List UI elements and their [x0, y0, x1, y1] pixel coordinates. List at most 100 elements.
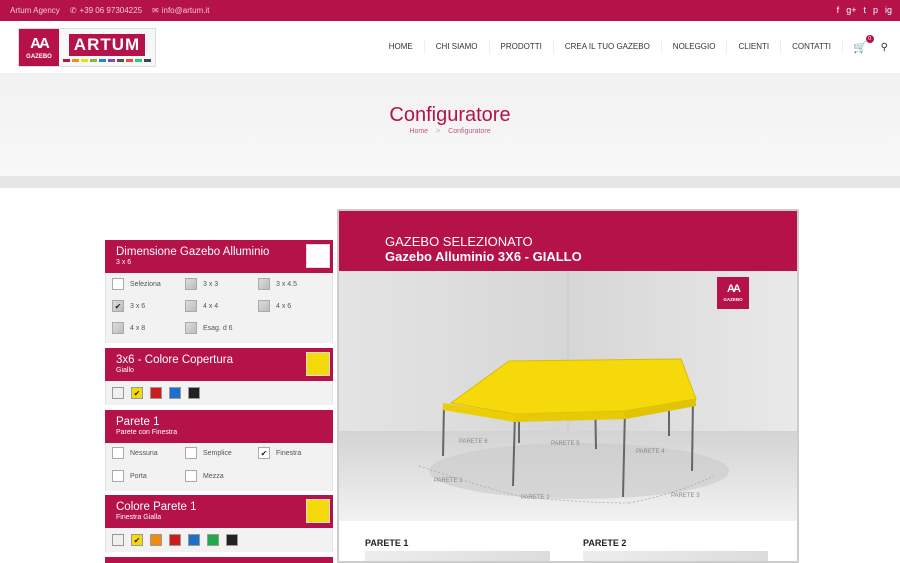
- breadcrumb-current: Configuratore: [448, 128, 491, 135]
- twitter-icon[interactable]: t: [863, 5, 866, 15]
- option-4x4[interactable]: 4 x 4: [185, 300, 218, 312]
- email-address: info@artum.it: [161, 6, 210, 15]
- nav-prodotti[interactable]: PRODOTTI: [490, 40, 554, 54]
- checkbox[interactable]: [185, 470, 197, 482]
- logo-mark-letters: AA: [30, 34, 50, 52]
- checkbox[interactable]: [258, 278, 270, 290]
- checkbox[interactable]: [112, 447, 124, 459]
- cover-color-swatch[interactable]: [150, 387, 162, 399]
- option-4x8[interactable]: 4 x 8: [112, 322, 145, 334]
- gazebo-render: AA GAZEBO PARETE 6 PARETE 5 PARETE 4 PAR…: [339, 271, 797, 521]
- option-3x4-5[interactable]: 3 x 4.5: [258, 278, 297, 290]
- checkbox[interactable]: [185, 447, 197, 459]
- wall-color-swatch[interactable]: [226, 534, 238, 546]
- wall-color-swatch[interactable]: [169, 534, 181, 546]
- option-seleziona[interactable]: Seleziona: [112, 278, 161, 290]
- option-porta[interactable]: Porta: [112, 470, 147, 482]
- search-icon[interactable]: ⚲: [881, 42, 888, 53]
- instagram-icon[interactable]: ig: [885, 5, 892, 15]
- nav-chi-siamo[interactable]: CHI SIAMO: [425, 40, 490, 54]
- option-esagonale[interactable]: Esag. d 6: [185, 322, 233, 334]
- checkbox[interactable]: [112, 322, 124, 334]
- cover-color-swatch[interactable]: [188, 387, 200, 399]
- cover-color-swatch[interactable]: [112, 387, 124, 399]
- nav-home[interactable]: HOME: [378, 40, 425, 54]
- section-subtitle: Finestra Gialla: [116, 514, 162, 521]
- cart-icon[interactable]: 🛒 0: [853, 34, 874, 54]
- section-wall1-color-header[interactable]: Colore Parete 1 Finestra Gialla: [105, 495, 333, 528]
- checkbox-checked[interactable]: ✔: [258, 447, 270, 459]
- checkbox-checked[interactable]: ✔: [112, 300, 124, 312]
- logo-swatch: [72, 58, 79, 62]
- option-label: 3 x 3: [203, 280, 219, 288]
- email-contact[interactable]: ✉ info@artum.it: [152, 6, 209, 15]
- main-nav: HOME CHI SIAMO PRODOTTI CREA IL TUO GAZE…: [378, 21, 888, 73]
- checkbox[interactable]: [112, 278, 124, 290]
- wall-2-heading: PARETE 2: [583, 538, 627, 548]
- site-logo[interactable]: AA GAZEBO ARTUM: [18, 28, 156, 67]
- logo-swatch: [135, 58, 142, 62]
- wall-color-swatch[interactable]: [188, 534, 200, 546]
- section-subtitle: Parete con Finestra: [116, 429, 178, 436]
- wall-1-preview: [365, 551, 550, 561]
- option-semplice[interactable]: Semplice: [185, 447, 232, 459]
- section-title: Dimensione Gazebo Alluminio: [116, 246, 270, 258]
- section-cover-header[interactable]: 3x6 - Colore Copertura Giallo: [105, 348, 333, 381]
- option-label: Finestra: [276, 449, 302, 457]
- gazebo-brand-logo: AA GAZEBO: [717, 277, 749, 309]
- site-header: AA GAZEBO ARTUM HOME CHI SIAMO PRODOTTI …: [0, 21, 900, 73]
- facebook-icon[interactable]: f: [837, 5, 840, 15]
- gazebo-preview-panel: GAZEBO SELEZIONATO Gazebo Alluminio 3X6 …: [337, 209, 799, 563]
- logo-name: ARTUM: [68, 33, 146, 56]
- top-bar: Artum Agency ✆ +39 06 97304225 ✉ info@ar…: [0, 0, 900, 21]
- breadcrumb-separator: >: [436, 128, 441, 135]
- wall-label-6: PARETE 6: [459, 439, 488, 445]
- section-next-header[interactable]: [105, 557, 333, 563]
- walls-section: PARETE 1 PARETE 2: [339, 521, 797, 561]
- section-dimension-header[interactable]: Dimensione Gazebo Alluminio 3 x 6: [105, 240, 333, 273]
- breadcrumb-home[interactable]: Home: [409, 128, 428, 135]
- section-wall1-options: Nessuna Semplice ✔ Finestra Porta Mezza: [105, 443, 333, 491]
- phone-contact[interactable]: ✆ +39 06 97304225: [70, 6, 142, 15]
- checkbox[interactable]: [185, 278, 197, 290]
- wall-label-5: PARETE 5: [551, 441, 580, 447]
- cart-count: 0: [865, 34, 874, 43]
- preview-label: GAZEBO SELEZIONATO: [385, 234, 533, 249]
- logo-swatch: [90, 58, 97, 62]
- logo-swatch: [117, 58, 124, 62]
- nav-noleggio[interactable]: NOLEGGIO: [662, 40, 728, 54]
- nav-contatti[interactable]: CONTATTI: [781, 40, 843, 54]
- googleplus-icon[interactable]: g+: [846, 5, 856, 15]
- pinterest-icon[interactable]: p: [873, 5, 878, 15]
- option-3x3[interactable]: 3 x 3: [185, 278, 218, 290]
- option-mezza[interactable]: Mezza: [185, 470, 224, 482]
- option-4x6[interactable]: 4 x 6: [258, 300, 291, 312]
- checkbox[interactable]: [185, 322, 197, 334]
- nav-clienti[interactable]: CLIENTI: [727, 40, 782, 54]
- nav-crea-gazebo[interactable]: CREA IL TUO GAZEBO: [554, 40, 662, 54]
- wall-label-4: PARETE 4: [636, 449, 665, 455]
- gazebo-thumbnail: [306, 244, 330, 268]
- option-3x6[interactable]: ✔ 3 x 6: [112, 300, 145, 312]
- option-finestra[interactable]: ✔ Finestra: [258, 447, 301, 459]
- wall-color-swatch[interactable]: [112, 534, 124, 546]
- section-wall1-header[interactable]: Parete 1 Parete con Finestra: [105, 410, 333, 443]
- wall-color-swatch[interactable]: ✔: [131, 534, 143, 546]
- option-label: 4 x 6: [276, 302, 292, 310]
- option-label: Seleziona: [130, 280, 161, 288]
- wall-color-swatch[interactable]: [150, 534, 162, 546]
- wall-color-swatch[interactable]: [207, 534, 219, 546]
- wall-label-1: PARETE 1: [434, 478, 463, 484]
- cover-color-swatch[interactable]: [169, 387, 181, 399]
- option-nessuna[interactable]: Nessuna: [112, 447, 158, 459]
- social-links: f g+ t p ig: [837, 5, 892, 15]
- option-label: Nessuna: [130, 449, 158, 457]
- logo-swatch: [81, 58, 88, 62]
- checkbox[interactable]: [112, 470, 124, 482]
- phone-icon: ✆: [69, 6, 77, 15]
- checkbox[interactable]: [185, 300, 197, 312]
- checkbox[interactable]: [258, 300, 270, 312]
- logo-swatch: [99, 58, 106, 62]
- cover-color-swatch[interactable]: ✔: [131, 387, 143, 399]
- logo-swatches: [63, 58, 151, 62]
